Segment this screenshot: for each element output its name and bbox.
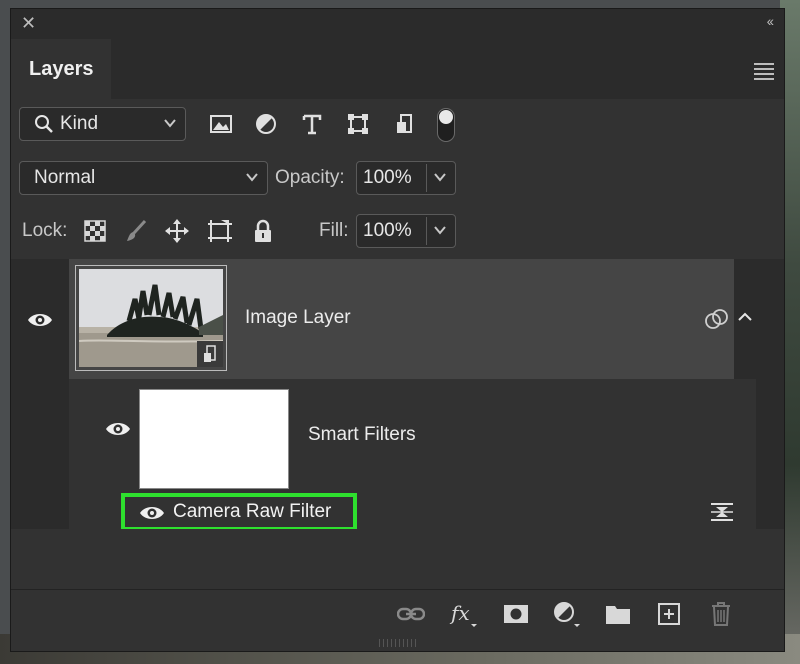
visibility-eye-icon[interactable] [27, 312, 53, 333]
layers-bottom-toolbar: fx [11, 589, 784, 640]
layers-empty-space [11, 529, 784, 589]
lock-transparency-icon[interactable] [81, 217, 109, 245]
filter-blending-options-icon[interactable] [709, 501, 735, 528]
fill-input[interactable]: 100% [356, 214, 456, 248]
smart-filters-row[interactable]: Smart Filters Camera Raw Filter [69, 379, 756, 531]
visibility-eye-icon[interactable] [105, 421, 131, 442]
lock-all-icon[interactable] [249, 217, 277, 245]
layers-panel: ✕ ‹‹ Layers Kind Normal Opacity: 100% Lo… [10, 8, 785, 652]
fill-label: Fill: [319, 220, 349, 241]
smart-object-filter-icon[interactable] [391, 110, 419, 138]
chevron-down-icon[interactable] [433, 215, 447, 258]
panel-resize-grip[interactable] [379, 639, 419, 647]
layer-style-fx-icon[interactable]: fx [449, 600, 479, 628]
adjustment-layer-filter-icon[interactable] [252, 110, 280, 138]
lock-position-move-icon[interactable] [163, 217, 191, 245]
close-icon[interactable]: ✕ [21, 13, 36, 33]
smart-filters-mask-thumbnail[interactable] [139, 389, 289, 489]
new-adjustment-layer-icon[interactable] [552, 600, 582, 628]
fill-dropdown-divider [426, 217, 427, 245]
chevron-down-icon [245, 162, 259, 205]
panel-tab-row: Layers [11, 39, 784, 99]
image-layer-thumbnail[interactable] [75, 265, 227, 371]
panel-menu-icon[interactable] [754, 63, 774, 83]
opacity-input[interactable]: 100% [356, 161, 456, 195]
opacity-dropdown-divider [426, 164, 427, 192]
shape-layer-filter-icon[interactable] [344, 110, 372, 138]
add-layer-mask-icon[interactable] [501, 600, 531, 628]
search-icon [34, 108, 54, 151]
type-layer-filter-icon[interactable] [298, 110, 326, 138]
smart-filter-link-icon[interactable] [704, 307, 730, 336]
image-layer-row[interactable]: Image Layer [69, 259, 734, 379]
camera-raw-filter-name[interactable]: Camera Raw Filter [173, 501, 331, 523]
lock-label: Lock: [22, 220, 68, 241]
visibility-eye-icon[interactable] [139, 505, 165, 526]
smart-filters-label: Smart Filters [308, 424, 416, 445]
camera-raw-filter-highlight[interactable]: Camera Raw Filter [121, 493, 357, 531]
filter-kind-select[interactable]: Kind [19, 107, 186, 141]
fill-value: 100% [363, 220, 412, 241]
delete-layer-trash-icon[interactable] [706, 600, 736, 628]
filter-kind-label: Kind [60, 113, 99, 134]
svg-text:fx: fx [449, 601, 470, 625]
collapse-panel-icon[interactable]: ‹‹ [767, 13, 774, 29]
panel-title-bar: ✕ ‹‹ [11, 9, 784, 39]
lock-image-pixels-brush-icon[interactable] [123, 217, 151, 245]
collapse-filters-chevron-up-icon[interactable] [737, 309, 753, 330]
image-layer-name[interactable]: Image Layer [245, 307, 351, 329]
lock-artboard-icon[interactable] [206, 217, 234, 245]
blend-mode-select[interactable]: Normal [19, 161, 268, 195]
new-layer-icon[interactable] [654, 600, 684, 628]
link-layers-icon[interactable] [396, 600, 426, 628]
chevron-down-icon[interactable] [433, 162, 447, 205]
tab-layers[interactable]: Layers [11, 39, 111, 99]
filter-toggle-switch[interactable] [437, 108, 455, 142]
blend-mode-value: Normal [34, 167, 96, 188]
chevron-down-icon [163, 108, 177, 151]
layers-list: Image Layer Smart Filters Camera Raw Fil… [11, 259, 784, 539]
pixel-layer-filter-icon[interactable] [207, 110, 235, 138]
opacity-value: 100% [363, 167, 412, 188]
opacity-label: Opacity: [275, 167, 345, 188]
new-group-folder-icon[interactable] [603, 600, 633, 628]
smart-object-badge-icon [197, 341, 223, 367]
